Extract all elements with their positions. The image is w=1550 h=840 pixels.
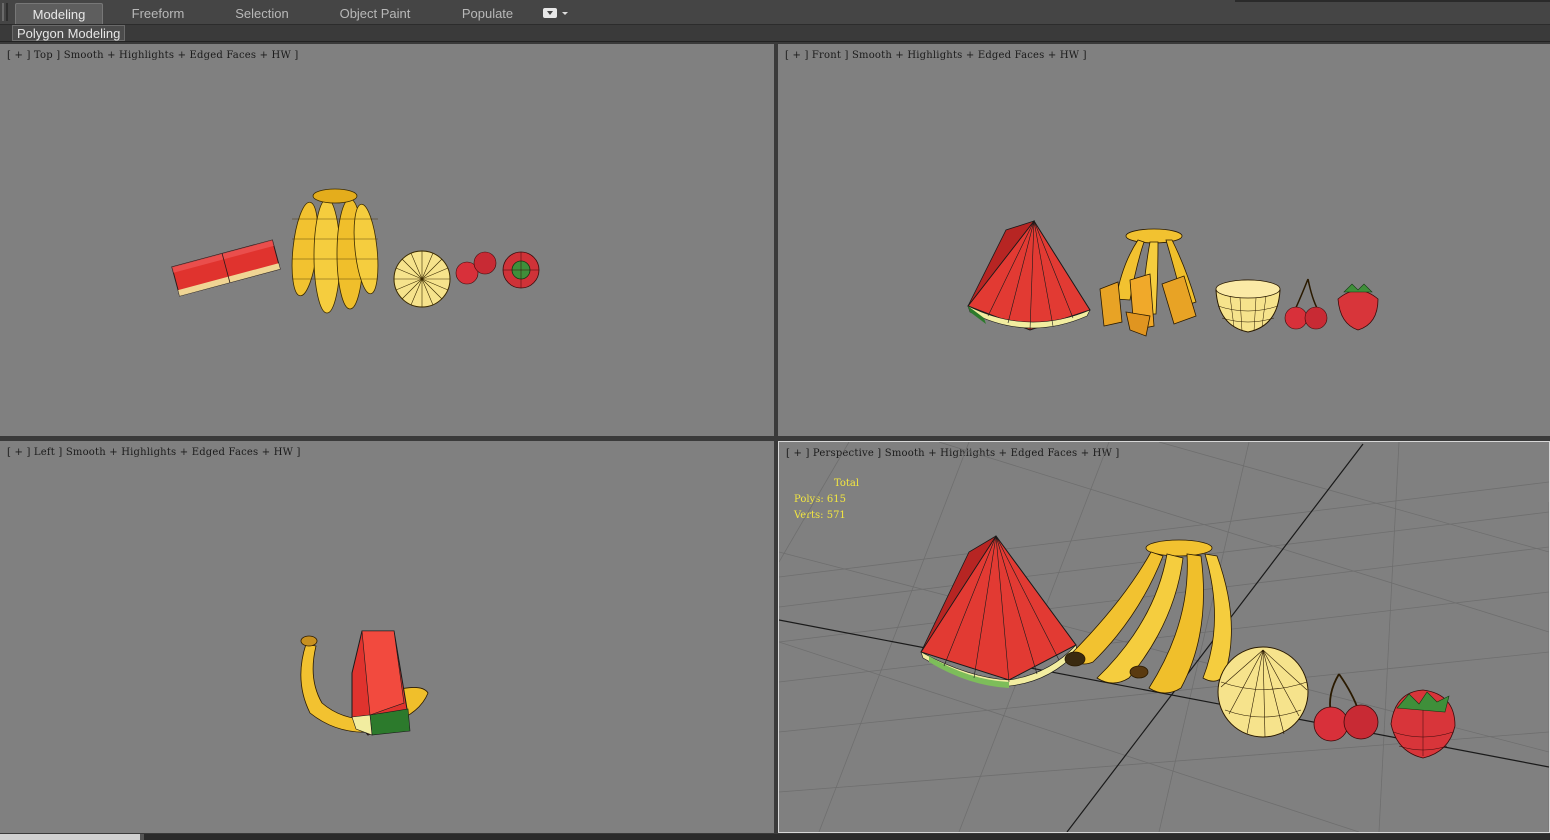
tab-modeling[interactable]: Modeling [15,3,103,24]
cherry-model [1284,278,1328,330]
melon-model [393,250,451,308]
ribbon-options-dropdown[interactable] [543,8,569,20]
melon-model [1217,646,1309,738]
time-slider-divider [140,834,144,840]
viewport-left-scene [300,630,429,736]
watermelon-model [351,630,411,736]
toolbar-grip[interactable] [2,3,8,21]
ribbon-panel: Polygon Modeling [0,25,1550,42]
watermelon-model [967,220,1091,331]
melon-model [1215,279,1281,333]
viewport-left[interactable]: [ + ] Left ] Smooth + Highlights + Edged… [0,441,774,833]
tab-populate[interactable]: Populate [450,3,525,24]
cherry-model [455,251,497,285]
title-strip [1235,0,1550,2]
watermelon-model [920,535,1078,688]
viewport-front-scene [967,220,1379,337]
world-axes [779,443,1549,832]
chevron-down-icon [562,12,568,15]
home-grid [779,442,1549,832]
tab-freeform[interactable]: Freeform [118,3,198,24]
viewport-perspective[interactable]: [ + ] Perspective ] Smooth + Highlights … [778,441,1550,833]
panel-polygon-modeling[interactable]: Polygon Modeling [12,25,126,41]
viewport-perspective-scene [779,442,1549,832]
ribbon-tab-bar: Modeling Freeform Selection Object Paint… [0,0,1550,25]
banana-bunch-model [1064,539,1232,694]
viewport-top-scene [171,188,540,314]
time-slider-thumb[interactable] [0,834,140,840]
ribbon-options-icon [543,8,557,18]
time-slider-bar [0,834,1550,840]
viewport-top[interactable]: [ + ] Top ] Smooth + Highlights + Edged … [0,44,774,436]
watermelon-model [171,239,281,297]
banana-bunch-model [1099,228,1197,337]
strawberry-model [1337,283,1379,331]
tab-object-paint[interactable]: Object Paint [330,3,420,24]
banana-bunch-model [291,188,379,314]
viewport-front[interactable]: [ + ] Front ] Smooth + Highlights + Edge… [778,44,1550,436]
tab-selection[interactable]: Selection [222,3,302,24]
strawberry-model [502,251,540,289]
cherry-model [1313,673,1379,742]
